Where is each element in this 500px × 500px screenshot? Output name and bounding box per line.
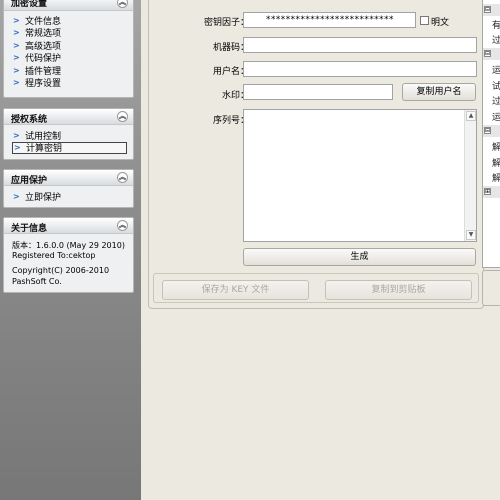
sidebar: 加密设置 ︽ > 文件信息 > 常规选项 > 高级选项 > 代码保护 > 插件管理 > 程序… <box>0 0 141 500</box>
panel-header[interactable]: 加密设置 ︽ <box>4 0 133 11</box>
show-plain-label: 明文 <box>431 18 450 28</box>
sidebar-item-file-info[interactable]: > 文件信息 <box>4 14 133 27</box>
collapse-icon[interactable]: ⊟ <box>484 127 491 134</box>
collapse-icon[interactable]: ⊟ <box>484 6 491 13</box>
arrow-icon: > <box>14 143 21 153</box>
key-factor-input[interactable]: ************************** <box>243 12 416 28</box>
scroll-up-icon[interactable]: ▲ <box>466 111 476 121</box>
sidebar-item-protect-now[interactable]: > 立即保护 <box>4 190 133 203</box>
tree-group[interactable]: ⊞ <box>483 186 500 198</box>
panel-title: 加密设置 <box>11 0 48 9</box>
copy-username-button[interactable]: 复制用户名 <box>402 83 476 101</box>
collapse-icon[interactable]: ︽ <box>117 111 128 122</box>
save-key-file-button[interactable]: 保存为 KEY 文件 <box>162 280 309 300</box>
arrow-icon: > <box>13 191 20 201</box>
arrow-icon: > <box>13 15 20 25</box>
copy-to-clipboard-button[interactable]: 复制到剪贴板 <box>325 280 472 300</box>
copyright-text: Copyright(C) 2006-2010 <box>12 266 110 275</box>
key-form: 密钥因子： ************************** 明文 机器码：… <box>148 0 484 309</box>
sidebar-item-trial-control[interactable]: > 试用控制 <box>4 129 133 142</box>
panel-about: 关于信息 ︽ 版本：1.6.0.0 (May 29 2010) Register… <box>3 217 134 293</box>
company-text: PashSoft Co. <box>12 277 62 286</box>
arrow-icon: > <box>13 53 20 63</box>
options-tree-panel: ⊟ 有 过 ⊟ 运 试 过 运 ⊟ 解 解 解 ⊞ <box>482 0 500 268</box>
tree-group[interactable]: ⊟ <box>483 125 500 137</box>
panel-title: 授权系统 <box>11 115 48 125</box>
panel-header[interactable]: 应用保护 ︽ <box>4 170 133 186</box>
panel-header[interactable]: 授权系统 ︽ <box>4 109 133 125</box>
sidebar-item-plugin-manage[interactable]: > 插件管理 <box>4 64 133 77</box>
key-factor-label: 密钥因子： <box>203 18 249 28</box>
username-label: 用户名： <box>212 67 249 77</box>
show-plain-checkbox[interactable] <box>420 16 429 25</box>
tree-item[interactable]: 运 <box>492 63 500 77</box>
tree-item[interactable]: 有 <box>492 18 500 32</box>
tree-item[interactable]: 解 <box>492 171 500 185</box>
expand-icon[interactable]: ⊞ <box>484 188 491 195</box>
tree-item[interactable]: 试 <box>492 79 500 93</box>
tree-item[interactable]: 过 <box>492 33 500 47</box>
serial-label: 序列号： <box>212 116 249 126</box>
arrow-icon: > <box>13 65 20 75</box>
registered-text: Registered To:cektop <box>12 251 96 260</box>
panel-license-system: 授权系统 ︽ > 试用控制 > 计算密钥 <box>3 108 134 160</box>
panel-title: 关于信息 <box>11 224 48 234</box>
username-input[interactable] <box>243 61 477 77</box>
sidebar-item-general-options[interactable]: > 常规选项 <box>4 27 133 39</box>
collapse-icon[interactable]: ︽ <box>117 0 128 8</box>
generate-button[interactable]: 生成 <box>243 248 476 266</box>
sidebar-item-advanced-options[interactable]: > 高级选项 <box>4 39 133 52</box>
watermark-label: 水印： <box>221 91 249 101</box>
sidebar-item-code-protect[interactable]: > 代码保护 <box>4 52 133 64</box>
tree-item[interactable]: 过 <box>492 94 500 108</box>
tree-item[interactable]: 运 <box>492 110 500 124</box>
right-action-group <box>482 270 500 306</box>
watermark-input[interactable] <box>243 84 393 100</box>
sidebar-item-program-settings[interactable]: > 程序设置 <box>4 77 133 89</box>
machine-code-input[interactable] <box>243 37 477 53</box>
panel-app-protect: 应用保护 ︽ > 立即保护 <box>3 169 134 208</box>
panel-header[interactable]: 关于信息 ︽ <box>4 218 133 234</box>
action-group: 保存为 KEY 文件 复制到剪贴板 <box>153 273 479 303</box>
serial-textarea[interactable]: ▲ ▼ <box>243 109 477 242</box>
machine-code-label: 机器码： <box>212 43 249 53</box>
collapse-icon[interactable]: ⊟ <box>484 50 491 57</box>
scroll-down-icon[interactable]: ▼ <box>466 230 476 240</box>
version-text: 版本：1.6.0.0 (May 29 2010) <box>12 241 125 250</box>
sidebar-item-calc-key[interactable]: > 计算密钥 <box>12 141 127 154</box>
arrow-icon: > <box>13 28 20 38</box>
arrow-icon: > <box>13 78 20 88</box>
tree-item[interactable]: 解 <box>492 156 500 170</box>
tree-group[interactable]: ⊟ <box>483 4 500 16</box>
tree-group[interactable]: ⊟ <box>483 48 500 60</box>
collapse-icon[interactable]: ︽ <box>117 172 128 183</box>
serial-scrollbar[interactable]: ▲ ▼ <box>464 110 476 241</box>
tree-item[interactable]: 解 <box>492 140 500 154</box>
main-content: 密钥因子： ************************** 明文 机器码：… <box>141 0 500 500</box>
panel-encrypt-settings: 加密设置 ︽ > 文件信息 > 常规选项 > 高级选项 > 代码保护 > 插件管理 > 程序… <box>3 0 134 98</box>
collapse-icon[interactable]: ︽ <box>117 220 128 231</box>
panel-title: 应用保护 <box>11 176 48 186</box>
arrow-icon: > <box>13 130 20 140</box>
arrow-icon: > <box>13 40 20 50</box>
